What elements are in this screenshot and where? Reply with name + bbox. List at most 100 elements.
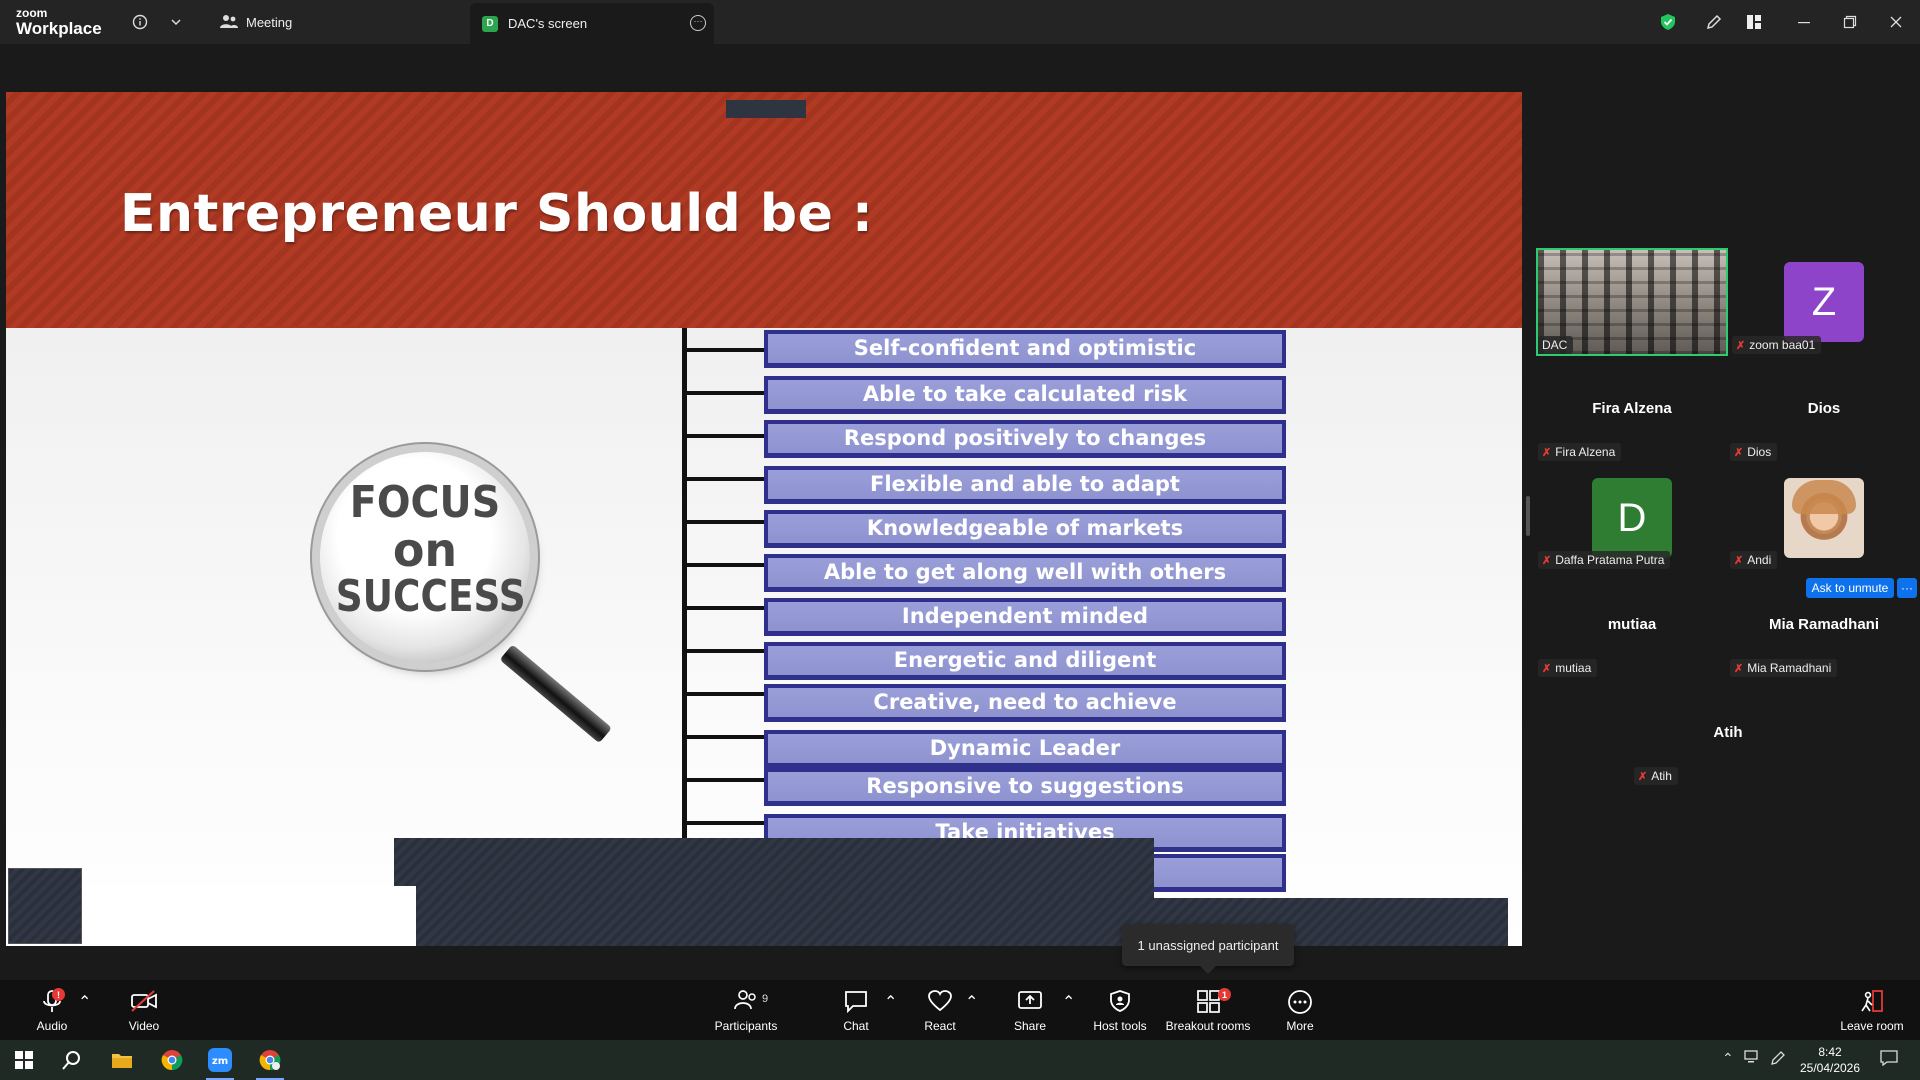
trait-item: Respond positively to changes — [764, 420, 1286, 458]
name-tag: ✗ zoom baa01 — [1732, 336, 1822, 354]
avatar[interactable]: Z — [1784, 262, 1864, 342]
network-icon[interactable] — [1744, 1050, 1762, 1067]
name-label: Dios — [1747, 445, 1772, 459]
leave-icon — [1861, 990, 1883, 1012]
trait-item: Responsive to suggestions — [764, 768, 1286, 806]
mic-muted-icon: ✗ — [1542, 662, 1552, 675]
host-tools-button[interactable]: Host tools — [1084, 980, 1156, 1040]
file-explorer-icon[interactable] — [108, 1046, 136, 1074]
video-off-icon — [131, 990, 157, 1012]
trait-item: Independent minded — [764, 598, 1286, 636]
trait-item: Able to take calculated risk — [764, 376, 1286, 414]
trait-item: Self-confident and optimistic — [764, 330, 1286, 368]
mic-muted-icon: ✗ — [1734, 554, 1744, 567]
clock-time: 8:42 — [1818, 1045, 1842, 1059]
ladder-rung — [686, 477, 766, 481]
participants-button[interactable]: 9 Participants — [710, 980, 782, 1040]
shield-icon — [1110, 990, 1130, 1012]
participant-name: Atih — [1713, 724, 1743, 741]
breakout-rooms-button[interactable]: 1 Breakout rooms — [1162, 980, 1254, 1040]
react-button[interactable]: React — [916, 980, 964, 1040]
pencil-icon[interactable] — [1702, 10, 1726, 34]
chevron-down-icon[interactable] — [164, 10, 188, 34]
pen-icon[interactable] — [1770, 1050, 1786, 1069]
ladder-rung — [686, 778, 766, 782]
windows-start-icon[interactable] — [10, 1046, 38, 1074]
audio-button[interactable]: ! Audio — [28, 980, 76, 1040]
ladder-rung — [686, 606, 766, 610]
title-bar: zoom Workplace Meeting D DAC's screen ··… — [0, 0, 1920, 44]
ask-to-unmute-button[interactable]: Ask to unmute — [1806, 578, 1894, 598]
video-button[interactable]: Video — [120, 980, 168, 1040]
shield-check-icon[interactable] — [1656, 10, 1680, 34]
overlay-white — [82, 886, 416, 946]
shared-screen[interactable]: Entrepreneur Should be : FOCUS on SUCCES… — [6, 92, 1522, 946]
avatar[interactable]: D — [1592, 478, 1672, 558]
name-tag: ✗ Dios — [1730, 443, 1778, 461]
more-icon — [1288, 990, 1312, 1014]
screen-avatar-badge: D — [482, 15, 498, 32]
system-clock[interactable]: 8:42 25/04/2026 — [1790, 1044, 1870, 1076]
tray-chevron-icon[interactable]: ⌃ — [1722, 1050, 1734, 1067]
audio-alert-badge: ! — [52, 988, 65, 1001]
name-label: Fira Alzena — [1555, 445, 1616, 459]
name-label: Mia Ramadhani — [1747, 661, 1832, 675]
tab-dac-screen[interactable]: D DAC's screen ··· — [470, 3, 714, 44]
close-icon[interactable] — [1884, 10, 1908, 34]
magnifier-image: FOCUS on SUCCESS — [306, 452, 636, 744]
mic-muted-icon: ✗ — [1638, 770, 1648, 783]
ladder-rung — [686, 692, 766, 696]
name-tag: ✗ Atih — [1634, 767, 1678, 785]
trait-item: Knowledgeable of markets — [764, 510, 1286, 548]
react-caret-icon[interactable]: ⌃ — [965, 992, 978, 1012]
slide-header: Entrepreneur Should be : — [6, 92, 1522, 364]
ladder-rung — [686, 735, 766, 739]
notification-icon[interactable] — [1880, 1050, 1898, 1069]
ladder-rung — [686, 348, 766, 352]
chat-icon — [845, 991, 867, 1013]
name-label: mutiaa — [1555, 661, 1592, 675]
participant-more-button[interactable]: ··· — [1897, 578, 1917, 598]
more-options-icon[interactable]: ··· — [690, 15, 706, 31]
name-tag: ✗ Daffa Pratama Putra — [1538, 551, 1671, 569]
chat-label: Chat — [843, 1019, 869, 1033]
layout-icon[interactable] — [1742, 10, 1766, 34]
zoom-logo: zoom Workplace — [16, 7, 102, 37]
avatar-photo[interactable] — [1784, 478, 1864, 558]
redacted-block — [726, 100, 806, 118]
chrome-profile-icon[interactable] — [256, 1046, 284, 1074]
ladder-rail — [682, 328, 687, 838]
participants-count: 9 — [762, 993, 769, 1005]
chat-caret-icon[interactable]: ⌃ — [884, 992, 897, 1012]
name-label: Daffa Pratama Putra — [1555, 553, 1665, 567]
name-label: zoom baa01 — [1749, 338, 1816, 352]
trait-item: Energetic and diligent — [764, 642, 1286, 680]
breakout-tooltip: 1 unassigned participant — [1122, 924, 1294, 974]
info-icon[interactable] — [128, 10, 152, 34]
panel-resize-handle[interactable] — [1526, 496, 1530, 536]
zoom-app-icon[interactable]: zm — [206, 1046, 234, 1074]
ladder-rung — [686, 649, 766, 653]
ladder-rung — [686, 434, 766, 438]
audio-caret-icon[interactable]: ⌃ — [78, 992, 91, 1012]
leave-room-button[interactable]: Leave room — [1836, 980, 1908, 1040]
magnifier-word-3: SUCCESS — [335, 571, 526, 623]
tab-meeting[interactable]: Meeting — [210, 6, 302, 38]
search-icon[interactable] — [58, 1046, 86, 1074]
leave-room-label: Leave room — [1840, 1019, 1904, 1033]
trait-item: Creative, need to achieve — [764, 684, 1286, 722]
more-button[interactable]: More — [1276, 980, 1324, 1040]
minimize-icon[interactable] — [1792, 10, 1816, 34]
zoom-window: zoom Workplace Meeting D DAC's screen ··… — [0, 0, 1920, 1080]
audio-label: Audio — [36, 1019, 68, 1033]
share-caret-icon[interactable]: ⌃ — [1062, 992, 1075, 1012]
avatar-photo-hair — [1792, 480, 1856, 514]
restore-icon[interactable] — [1838, 10, 1862, 34]
participants-icon — [734, 990, 756, 1010]
share-button[interactable]: Share — [1006, 980, 1054, 1040]
overlay-block — [8, 868, 82, 944]
host-tools-label: Host tools — [1093, 1019, 1147, 1033]
chrome-icon[interactable] — [158, 1046, 186, 1074]
chat-button[interactable]: Chat — [832, 980, 880, 1040]
trait-item: Flexible and able to adapt — [764, 466, 1286, 504]
